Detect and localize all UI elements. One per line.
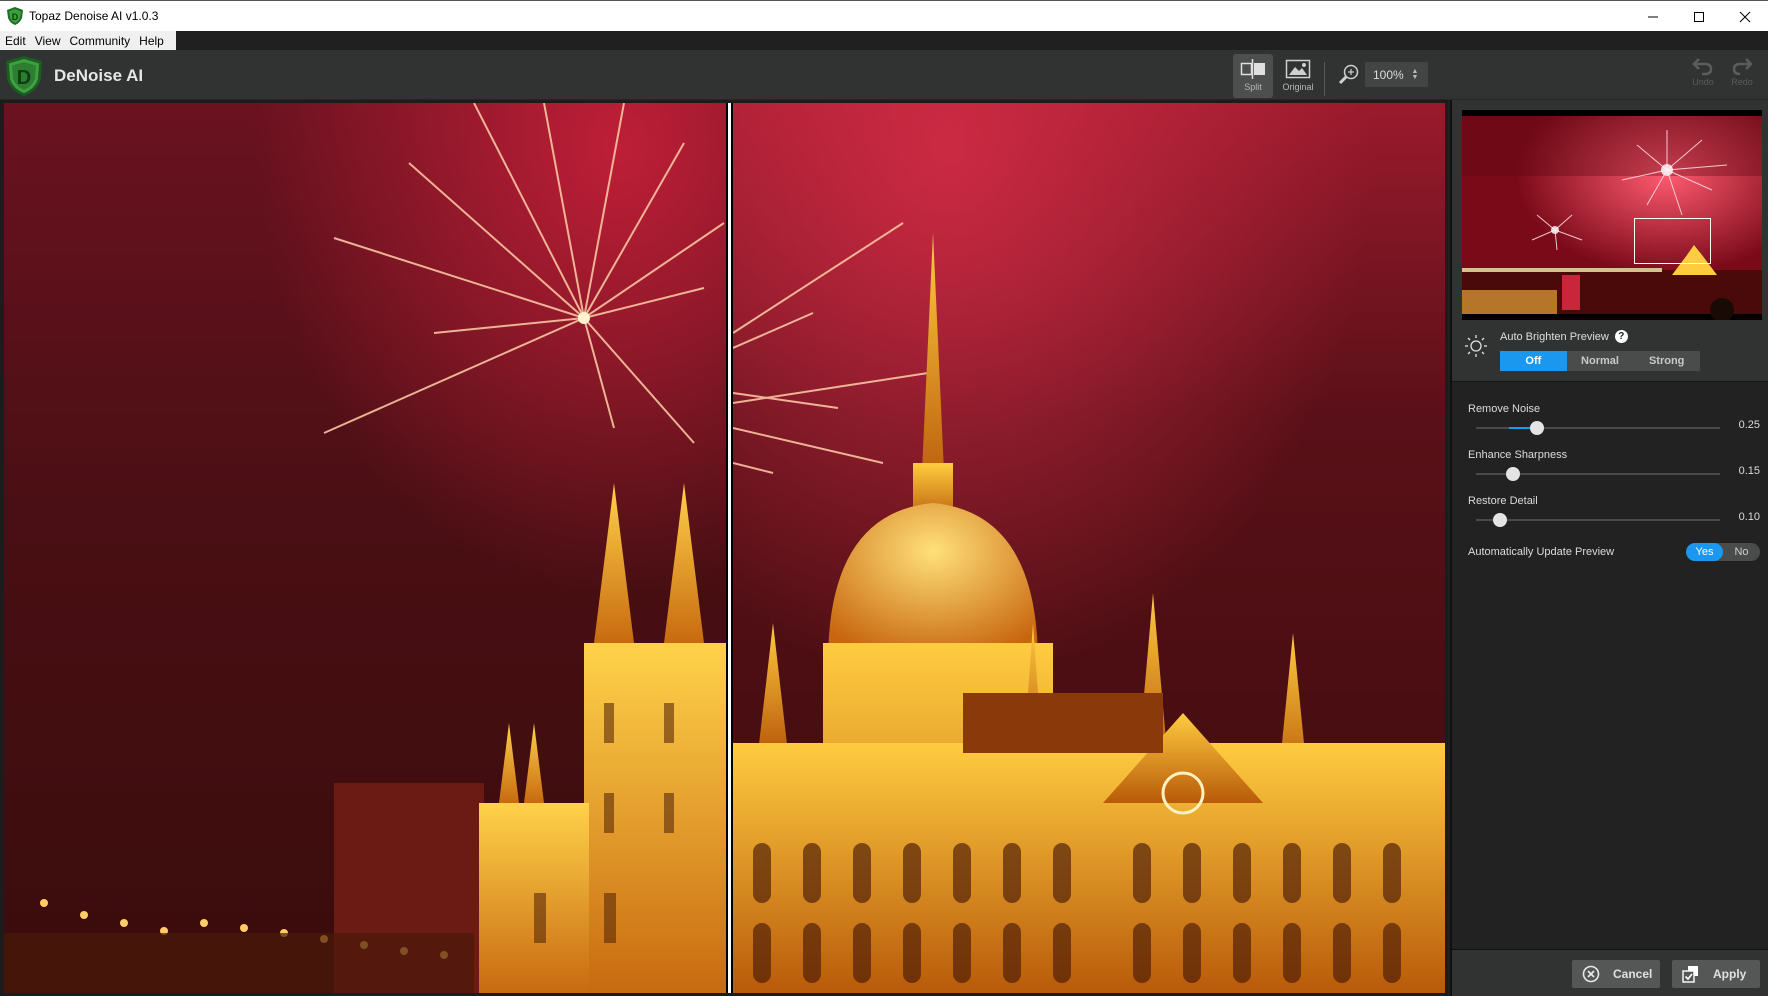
auto-update-yes[interactable]: Yes (1686, 543, 1723, 561)
title-bar: D Topaz Denoise AI v1.0.3 (0, 0, 1768, 31)
chevron-down-icon[interactable]: ▼ (1412, 74, 1419, 81)
original-label: Original (1282, 82, 1314, 92)
image-icon (1285, 59, 1311, 79)
zoom-level-spinbox[interactable]: 100% ▲ ▼ (1365, 62, 1428, 87)
toolbar-separator (1324, 62, 1325, 96)
help-icon[interactable]: ? (1614, 330, 1628, 343)
enhance-sharpness-control: Enhance Sharpness 0.15 (1468, 449, 1760, 485)
app-logo-icon: D (7, 7, 23, 25)
remove-noise-thumb[interactable] (1530, 421, 1544, 435)
menu-community[interactable]: Community (68, 34, 135, 48)
cancel-button[interactable]: Cancel (1572, 960, 1660, 988)
enhance-sharpness-slider[interactable] (1476, 467, 1720, 481)
svg-text:D: D (12, 12, 19, 22)
undo-label: Undo (1692, 77, 1714, 87)
redo-label: Redo (1731, 77, 1753, 87)
zoom-value: 100% (1373, 67, 1404, 82)
navigator-section: Auto Brighten Preview ? Off Normal Stron… (1452, 100, 1768, 382)
denoised-preview-photo (733, 103, 1445, 993)
brighten-off-button[interactable]: Off (1500, 351, 1567, 371)
restore-detail-thumb[interactable] (1493, 513, 1508, 527)
enhance-sharpness-thumb[interactable] (1505, 467, 1520, 481)
preview-image-pane[interactable] (733, 103, 1445, 993)
minimize-button[interactable] (1630, 1, 1676, 32)
auto-update-label: Automatically Update Preview (1468, 546, 1615, 558)
maximize-icon (1694, 11, 1704, 22)
close-icon (1739, 11, 1751, 22)
brand: D DeNoise AI (4, 55, 143, 97)
cancel-circle-x-icon (1582, 965, 1600, 983)
menu-help[interactable]: Help (138, 34, 169, 48)
close-button[interactable] (1722, 1, 1768, 32)
window-title: Topaz Denoise AI v1.0.3 (29, 9, 159, 23)
menu-view[interactable]: View (34, 34, 66, 48)
panel-footer: Cancel Apply (1452, 949, 1768, 996)
auto-brighten-label: Auto Brighten Preview ? (1500, 330, 1628, 343)
menu-edit[interactable]: Edit (4, 34, 31, 48)
brighten-strong-button[interactable]: Strong (1633, 351, 1700, 371)
restore-detail-control: Restore Detail 0.10 (1468, 495, 1760, 531)
brightness-icon (1465, 335, 1487, 357)
navigator-viewport-box[interactable] (1634, 218, 1711, 264)
split-divider-handle[interactable] (726, 103, 733, 993)
navigator-photo (1462, 116, 1762, 320)
original-view-button[interactable]: Original (1278, 54, 1318, 98)
navigator-thumbnail[interactable] (1462, 110, 1762, 320)
split-view-button[interactable]: Split (1233, 54, 1273, 98)
restore-detail-label: Restore Detail (1468, 495, 1538, 507)
minimize-icon (1648, 16, 1658, 17)
remove-noise-control: Remove Noise 0.25 (1468, 403, 1760, 439)
zoom-icon[interactable] (1338, 63, 1360, 85)
redo-icon (1732, 58, 1753, 76)
auto-update-toggle[interactable]: Yes No (1686, 543, 1760, 561)
auto-brighten-selector: Off Normal Strong (1500, 351, 1700, 371)
redo-button[interactable]: Redo (1726, 56, 1758, 87)
enhance-sharpness-label: Enhance Sharpness (1468, 449, 1568, 461)
denoise-logo-icon: D (6, 56, 42, 96)
split-view-icon (1240, 59, 1265, 79)
original-image-pane[interactable] (4, 103, 726, 993)
apply-button[interactable]: Apply (1672, 960, 1760, 988)
app-name: DeNoise AI (54, 66, 144, 85)
svg-text:D: D (17, 67, 31, 89)
restore-detail-value: 0.10 (1738, 511, 1760, 523)
original-photo (4, 103, 726, 993)
undo-button[interactable]: Undo (1687, 56, 1719, 87)
maximize-button[interactable] (1676, 1, 1722, 32)
remove-noise-slider[interactable] (1476, 421, 1720, 435)
auto-update-no[interactable]: No (1723, 543, 1760, 561)
menu-bar: Edit View Community Help (0, 31, 1768, 50)
remove-noise-label: Remove Noise (1468, 403, 1541, 415)
split-label: Split (1244, 82, 1262, 92)
auto-update-row: Automatically Update Preview Yes No (1468, 542, 1760, 562)
image-viewer[interactable] (0, 100, 1448, 996)
settings-panel: Auto Brighten Preview ? Off Normal Stron… (1450, 100, 1768, 996)
brighten-normal-button[interactable]: Normal (1567, 351, 1634, 371)
apply-check-icon (1682, 966, 1698, 983)
enhance-sharpness-value: 0.15 (1738, 465, 1760, 477)
auto-brighten-text: Auto Brighten Preview (1500, 330, 1609, 343)
remove-noise-value: 0.25 (1738, 419, 1760, 431)
restore-detail-slider[interactable] (1476, 513, 1720, 527)
undo-icon (1692, 58, 1713, 76)
cancel-label: Cancel (1613, 967, 1653, 981)
zoom-spinner[interactable]: ▲ ▼ (1408, 68, 1422, 81)
toolbar: D DeNoise AI Split Original 100% ▲ ▼ Und… (0, 50, 1768, 100)
apply-label: Apply (1713, 967, 1747, 981)
split-divider-line (728, 103, 731, 993)
